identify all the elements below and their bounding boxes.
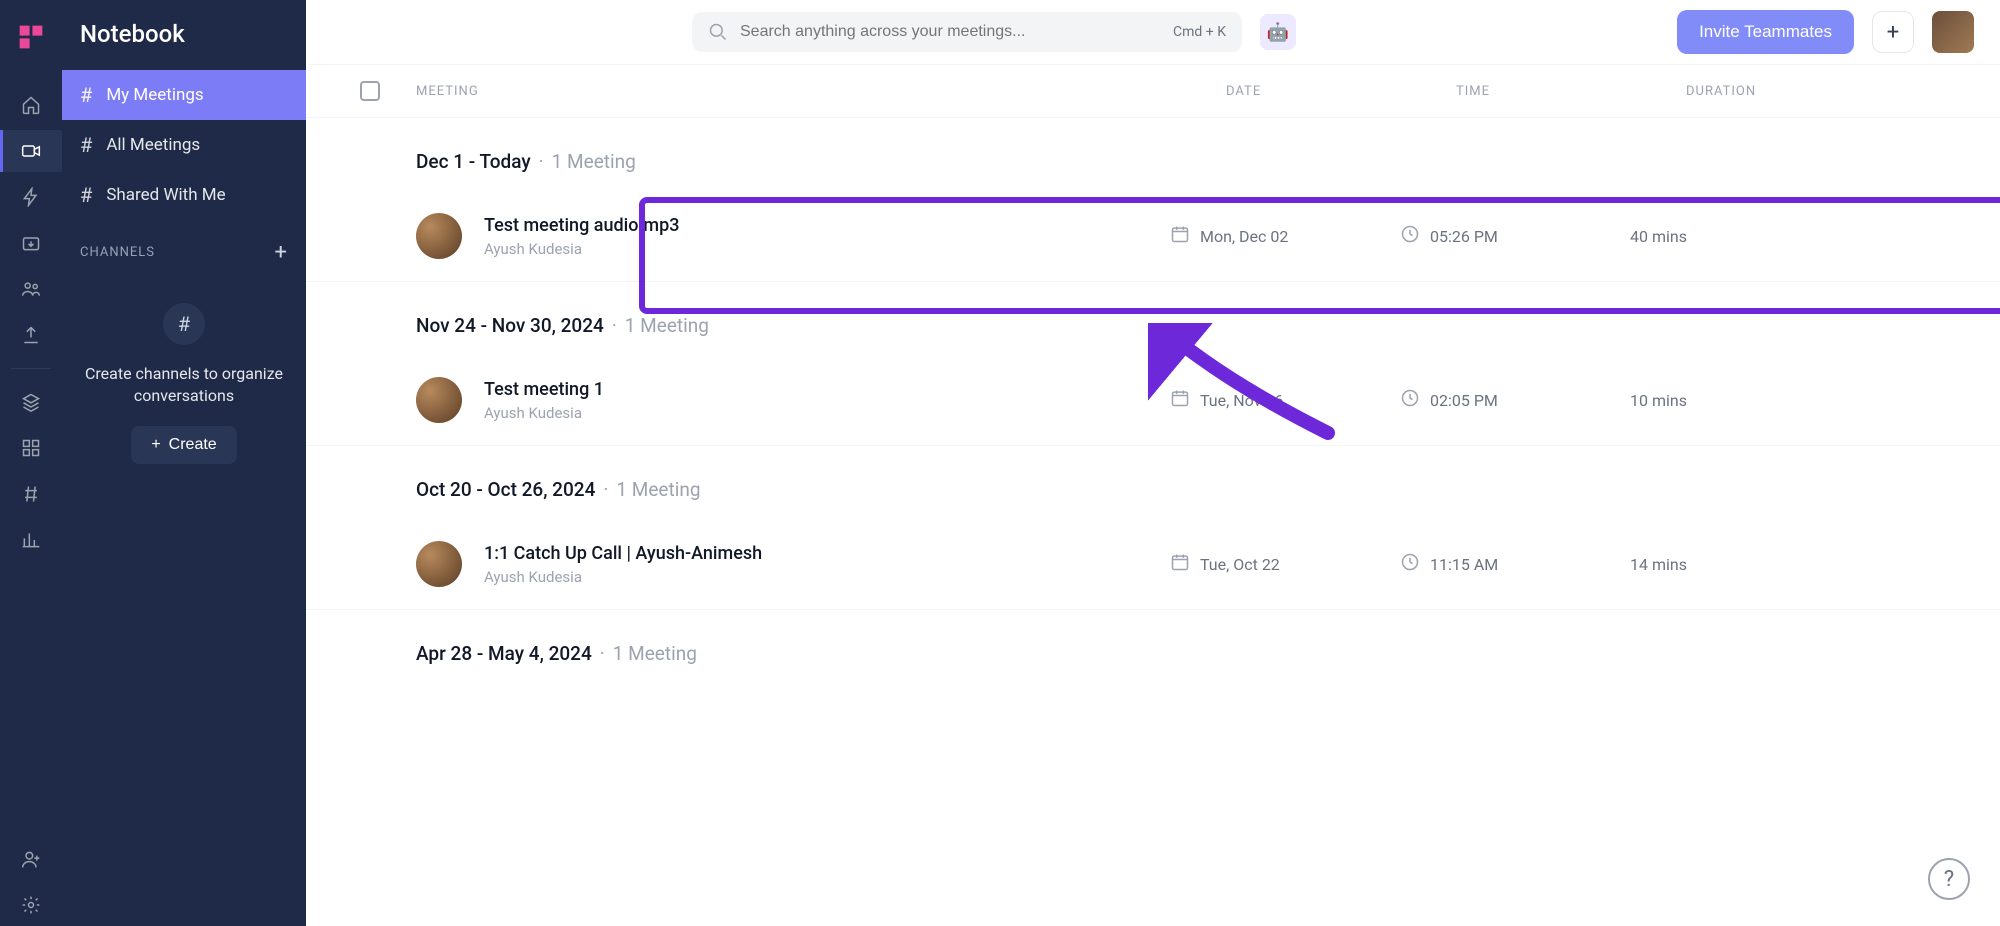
icon-rail	[0, 0, 62, 926]
robot-icon: 🤖	[1267, 22, 1289, 43]
search-input[interactable]	[740, 23, 1161, 41]
meeting-duration: 14 mins	[1630, 555, 1890, 574]
add-channel-icon[interactable]: +	[275, 240, 288, 265]
meeting-row[interactable]: Test meeting 1 Ayush Kudesia Tue, Nov 26 02…	[306, 355, 2000, 446]
search-shortcut: Cmd + K	[1173, 24, 1226, 40]
host-avatar	[416, 541, 462, 587]
col-date: DATE	[1226, 84, 1456, 99]
nav-people-icon[interactable]	[0, 268, 62, 310]
group-header: Nov 24 - Nov 30, 2024·1 Meeting	[306, 282, 2000, 355]
meeting-host: Ayush Kudesia	[484, 404, 1170, 422]
sidebar-item-label: All Meetings	[106, 135, 200, 155]
nav-hash-icon[interactable]	[0, 473, 62, 515]
calendar-icon	[1170, 224, 1190, 248]
host-avatar	[416, 213, 462, 259]
nav-bolt-icon[interactable]	[0, 176, 62, 218]
sidebar-item-shared[interactable]: # Shared With Me	[62, 170, 306, 220]
help-icon: ?	[1944, 867, 1954, 892]
search-icon	[708, 22, 728, 42]
meeting-duration: 40 mins	[1630, 227, 1890, 246]
create-label: Create	[169, 436, 217, 454]
meeting-date: Tue, Nov 26	[1200, 391, 1283, 410]
meeting-title: 1:1 Catch Up Call | Ayush-Animesh	[484, 543, 1170, 564]
topbar: Cmd + K 🤖 Invite Teammates +	[306, 0, 2000, 65]
calendar-icon	[1170, 388, 1190, 412]
sidebar-item-my-meetings[interactable]: # My Meetings	[62, 70, 306, 120]
help-button[interactable]: ?	[1928, 858, 1970, 900]
sidebar-item-all-meetings[interactable]: # All Meetings	[62, 120, 306, 170]
clock-icon	[1400, 552, 1420, 576]
host-avatar	[416, 377, 462, 423]
invite-teammates-button[interactable]: Invite Teammates	[1677, 10, 1854, 54]
nav-layers-icon[interactable]	[0, 381, 62, 423]
group-range: Dec 1 - Today	[416, 150, 531, 173]
bot-button[interactable]: 🤖	[1260, 14, 1296, 50]
meeting-title: Test meeting 1	[484, 379, 1170, 400]
meeting-time: 02:05 PM	[1430, 391, 1498, 410]
app-logo	[14, 20, 48, 54]
nav-invite-icon[interactable]	[0, 838, 62, 880]
hash-icon: #	[80, 133, 92, 157]
sidebar-item-label: My Meetings	[106, 85, 203, 105]
group-count: 1 Meeting	[552, 150, 636, 173]
group-range: Apr 28 - May 4, 2024	[416, 642, 592, 665]
select-all-checkbox[interactable]	[360, 81, 380, 101]
meeting-row[interactable]: Test meeting audio.mp3 Ayush Kudesia Mon, …	[306, 191, 2000, 282]
nav-analytics-icon[interactable]	[0, 519, 62, 561]
hash-icon: #	[80, 83, 92, 107]
group-range: Oct 20 - Oct 26, 2024	[416, 478, 595, 501]
group-range: Nov 24 - Nov 30, 2024	[416, 314, 604, 337]
channels-empty-text: Create channels to organize conversation…	[82, 363, 286, 408]
nav-apps-icon[interactable]	[0, 427, 62, 469]
sidebar-item-label: Shared With Me	[106, 185, 225, 205]
group-header: Apr 28 - May 4, 2024·1 Meeting	[306, 610, 2000, 683]
nav-upload-icon[interactable]	[0, 314, 62, 356]
meeting-date: Tue, Oct 22	[1200, 555, 1280, 574]
app-title: Notebook	[62, 0, 306, 70]
group-header: Oct 20 - Oct 26, 2024·1 Meeting	[306, 446, 2000, 519]
nav-import-icon[interactable]	[0, 222, 62, 264]
group-count: 1 Meeting	[616, 478, 700, 501]
channels-header: CHANNELS +	[62, 220, 306, 273]
group-header: Dec 1 - Today·1 Meeting	[306, 118, 2000, 191]
nav-home-icon[interactable]	[0, 84, 62, 126]
group-count: 1 Meeting	[613, 642, 697, 665]
col-time: TIME	[1456, 84, 1686, 99]
col-duration: DURATION	[1686, 84, 1946, 99]
nav-meetings-icon[interactable]	[0, 130, 62, 172]
create-channel-button[interactable]: + Create	[131, 426, 236, 464]
meeting-date: Mon, Dec 02	[1200, 227, 1288, 246]
meeting-duration: 10 mins	[1630, 391, 1890, 410]
main-content: Cmd + K 🤖 Invite Teammates + MEETING DAT…	[306, 0, 2000, 926]
plus-icon: +	[151, 436, 160, 454]
search-box[interactable]: Cmd + K	[692, 12, 1242, 52]
meeting-time: 11:15 AM	[1430, 555, 1498, 574]
nav-settings-icon[interactable]	[0, 884, 62, 926]
group-count: 1 Meeting	[625, 314, 709, 337]
clock-icon	[1400, 224, 1420, 248]
meeting-time: 05:26 PM	[1430, 227, 1498, 246]
clock-icon	[1400, 388, 1420, 412]
channels-empty: # Create channels to organize conversati…	[62, 273, 306, 494]
meeting-title: Test meeting audio.mp3	[484, 215, 1170, 236]
user-avatar[interactable]	[1932, 11, 1974, 53]
sidebar: Notebook # My Meetings # All Meetings # …	[62, 0, 306, 926]
channels-label: CHANNELS	[80, 245, 155, 260]
hash-icon: #	[80, 183, 92, 207]
col-meeting: MEETING	[416, 84, 1226, 99]
new-button[interactable]: +	[1872, 11, 1914, 53]
meeting-host: Ayush Kudesia	[484, 240, 1170, 258]
rail-divider	[11, 368, 51, 369]
list-header: MEETING DATE TIME DURATION	[306, 65, 2000, 118]
calendar-icon	[1170, 552, 1190, 576]
hash-badge-icon: #	[163, 303, 205, 345]
meeting-host: Ayush Kudesia	[484, 568, 1170, 586]
meeting-row[interactable]: 1:1 Catch Up Call | Ayush-Animesh Ayush K…	[306, 519, 2000, 610]
